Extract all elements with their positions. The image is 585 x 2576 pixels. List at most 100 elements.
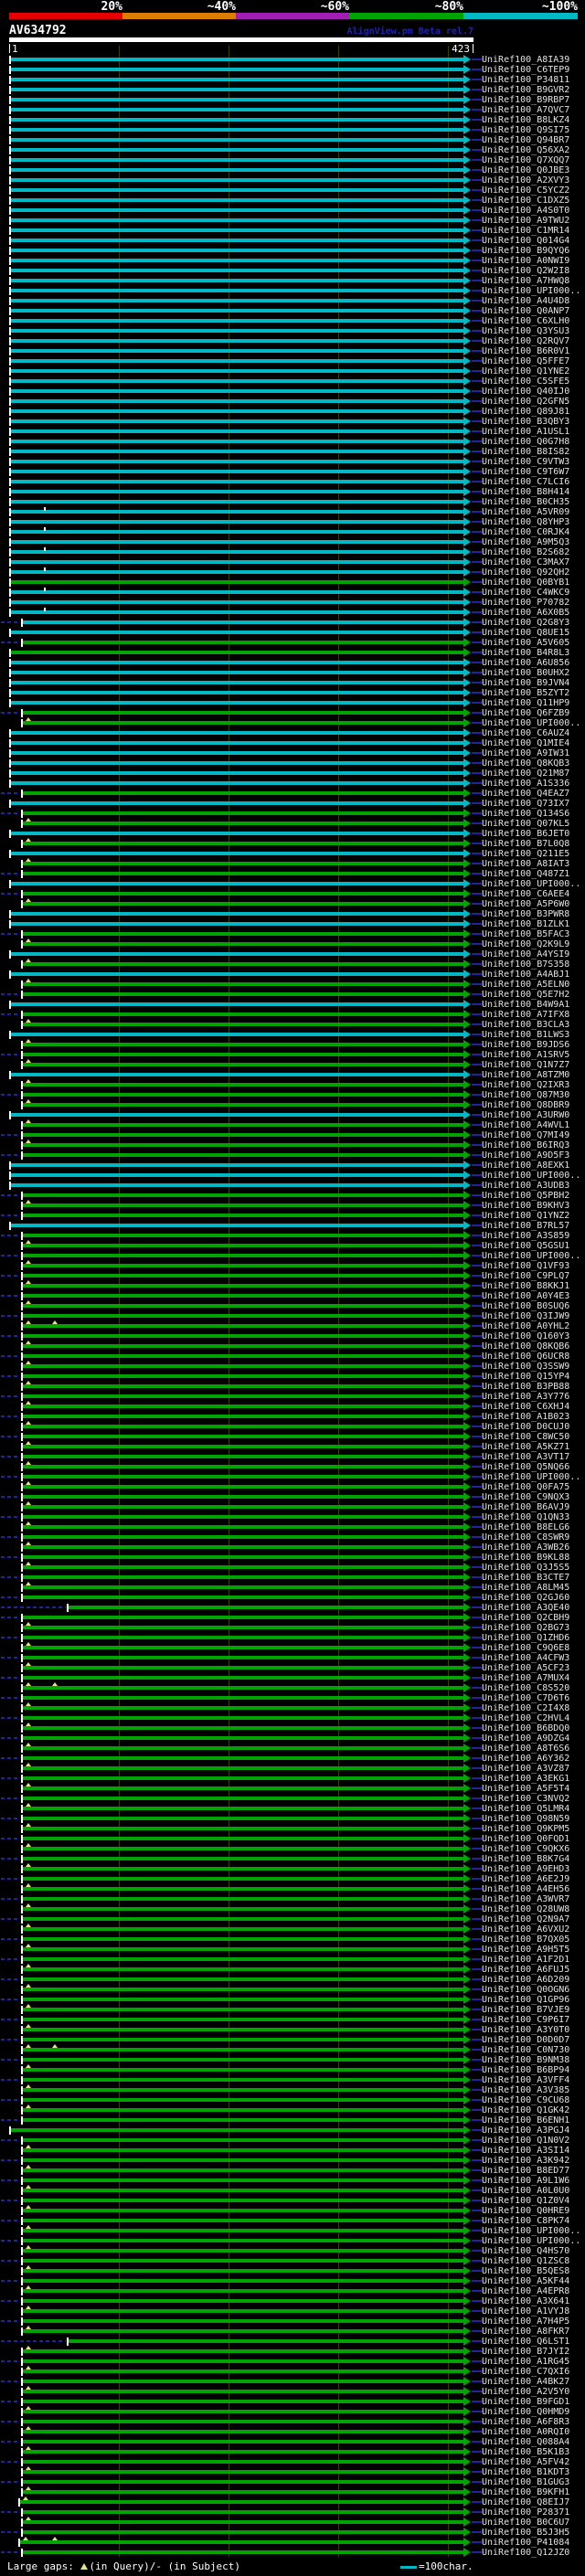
hit-label[interactable]: UniRef100_A8TZM0 [482,1070,569,1080]
alignment-bar[interactable] [23,1897,463,1901]
alignment-bar[interactable] [23,892,463,896]
alignment-bar[interactable] [23,1837,463,1840]
alignment-bar[interactable] [23,2078,463,2082]
alignment-bar[interactable] [11,429,463,433]
alignment-bar[interactable] [23,2098,463,2102]
alignment-bar[interactable] [11,1183,463,1187]
alignment-bar[interactable] [23,2329,463,2333]
hit-label[interactable]: UniRef100_A1SRV5 [482,1050,569,1060]
alignment-bar[interactable] [23,1988,463,1991]
alignment-bar[interactable] [11,98,463,101]
hit-label[interactable]: UniRef100_Q1YNZ2 [482,1211,569,1221]
alignment-bar[interactable] [11,610,463,614]
hit-label[interactable]: UniRef100_P34811 [482,75,569,85]
hit-label[interactable]: UniRef100_Q15YP4 [482,1372,569,1382]
hit-label[interactable]: UniRef100_B7VJE9 [482,2005,569,2015]
hit-label[interactable]: UniRef100_A9TWU2 [482,216,569,226]
hit-label[interactable]: UniRef100_B3QBY3 [482,417,569,427]
alignment-bar[interactable] [23,1595,463,1599]
hit-label[interactable]: UniRef100_A3VZ87 [482,1764,569,1774]
alignment-bar[interactable] [23,1967,463,1971]
hit-label[interactable]: UniRef100_A4YSI9 [482,949,569,959]
hit-label[interactable]: UniRef100_Q1N0V2 [482,2136,569,2146]
alignment-bar[interactable] [11,912,463,916]
alignment-bar[interactable] [23,1666,463,1670]
hit-label[interactable]: UniRef100_B8ELG6 [482,1522,569,1532]
alignment-bar[interactable] [11,681,463,684]
hit-label[interactable]: UniRef100_A6X0B5 [482,608,569,618]
alignment-bar[interactable] [23,2410,463,2413]
alignment-bar[interactable] [11,158,463,162]
hit-label[interactable]: UniRef100_C7D6T6 [482,1693,569,1703]
hit-label[interactable]: UniRef100_B6BP94 [482,2065,569,2075]
alignment-bar[interactable] [23,1525,463,1529]
hit-label[interactable]: UniRef100_A8IA39 [482,55,569,65]
alignment-bar[interactable] [23,1234,463,1237]
hit-label[interactable]: UniRef100_C8PK74 [482,2216,569,2226]
hit-label[interactable]: UniRef100_B9QYQ6 [482,246,569,256]
alignment-bar[interactable] [23,1475,463,1479]
alignment-bar[interactable] [11,359,463,363]
hit-label[interactable]: UniRef100_C9QKX6 [482,1844,569,1854]
hit-label[interactable]: UniRef100_B7L0Q8 [482,839,569,849]
alignment-bar[interactable] [11,852,463,855]
alignment-bar[interactable] [23,2510,463,2514]
hit-label[interactable]: UniRef100_A3Y0T0 [482,2025,569,2035]
alignment-bar[interactable] [11,269,463,272]
hit-label[interactable]: UniRef100_Q1Z0V4 [482,2196,569,2206]
alignment-bar[interactable] [11,198,463,202]
hit-label[interactable]: UniRef100_Q3SSW9 [482,1362,569,1372]
hit-label[interactable]: UniRef100_Q5NQ66 [482,1462,569,1472]
hit-label[interactable]: UniRef100_A8FKR7 [482,2327,569,2337]
alignment-bar[interactable] [11,550,463,554]
hit-label[interactable]: UniRef100_Q8DBR9 [482,1100,569,1110]
alignment-bar[interactable] [11,761,463,765]
alignment-bar[interactable] [11,530,463,534]
alignment-bar[interactable] [23,1093,463,1097]
alignment-bar[interactable] [11,460,463,463]
alignment-bar[interactable] [11,922,463,926]
alignment-bar[interactable] [11,178,463,182]
hit-label[interactable]: UniRef100_B9FGD1 [482,2397,569,2407]
alignment-bar[interactable] [23,2018,463,2021]
alignment-bar[interactable] [11,440,463,443]
hit-label[interactable]: UniRef100_B3CLA3 [482,1020,569,1030]
alignment-bar[interactable] [23,2460,463,2464]
alignment-bar[interactable] [11,1033,463,1036]
hit-label[interactable]: UniRef100_A7HWQ8 [482,276,569,286]
hit-label[interactable]: UniRef100_Q211E5 [482,849,569,859]
hit-label[interactable]: UniRef100_A6U856 [482,658,569,668]
alignment-bar[interactable] [11,510,463,514]
hit-label[interactable]: UniRef100_UPI000.. [482,2236,580,2246]
alignment-bar[interactable] [11,952,463,956]
hit-label[interactable]: UniRef100_A6E2J9 [482,1874,569,1884]
hit-label[interactable]: UniRef100_P28371 [482,2507,569,2518]
hit-label[interactable]: UniRef100_Q8UE15 [482,628,569,638]
hit-label[interactable]: UniRef100_A1USL1 [482,427,569,437]
alignment-bar[interactable] [23,1656,463,1659]
hit-label[interactable]: UniRef100_A3EKG1 [482,1774,569,1784]
hit-label[interactable]: UniRef100_Q07KL5 [482,819,569,829]
hit-label[interactable]: UniRef100_A3Y776 [482,1392,569,1402]
alignment-bar[interactable] [11,741,463,745]
alignment-bar[interactable] [23,1274,463,1277]
alignment-bar[interactable] [11,339,463,343]
hit-label[interactable]: UniRef100_Q7MI49 [482,1130,569,1140]
alignment-bar[interactable] [23,1133,463,1137]
alignment-bar[interactable] [11,631,463,634]
alignment-bar[interactable] [23,1324,463,1328]
hit-label[interactable]: UniRef100_A4S0T0 [482,206,569,216]
hit-label[interactable]: UniRef100_C6XLH0 [482,316,569,326]
hit-label[interactable]: UniRef100_Q5PBH2 [482,1191,569,1201]
alignment-bar[interactable] [23,2380,463,2383]
hit-label[interactable]: UniRef100_A4EH56 [482,1884,569,1894]
hit-label[interactable]: UniRef100_A3WB26 [482,1542,569,1553]
hit-label[interactable]: UniRef100_Q6LST1 [482,2337,569,2347]
hit-label[interactable]: UniRef100_B1LWS3 [482,1030,569,1040]
alignment-bar[interactable] [11,249,463,252]
hit-label[interactable]: UniRef100_A2V5Y0 [482,2387,569,2397]
hit-label[interactable]: UniRef100_B4W9A1 [482,1000,569,1010]
hit-label[interactable]: UniRef100_C6XHJ4 [482,1402,569,1412]
alignment-bar[interactable] [23,2189,463,2192]
hit-label[interactable]: UniRef100_C9T6W7 [482,467,569,477]
